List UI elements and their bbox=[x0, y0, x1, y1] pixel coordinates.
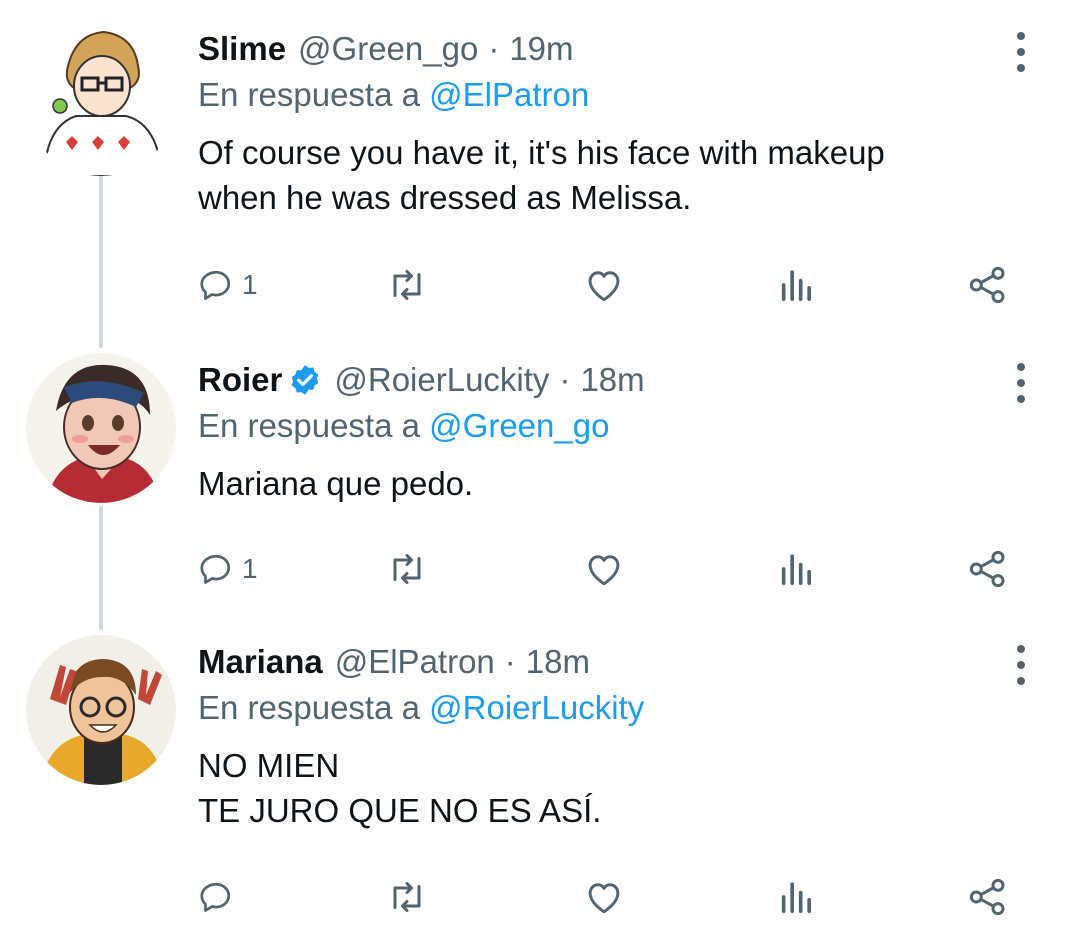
reply-context: En respuesta a @RoierLuckity bbox=[198, 685, 1028, 731]
user-handle[interactable]: @RoierLuckity bbox=[334, 357, 549, 403]
like-button[interactable] bbox=[584, 872, 624, 922]
analytics-icon bbox=[781, 270, 812, 302]
avatar[interactable] bbox=[26, 26, 176, 176]
share-icon bbox=[969, 550, 1005, 588]
reply-mention-link[interactable]: @RoierLuckity bbox=[429, 689, 644, 726]
separator-dot: · bbox=[504, 643, 516, 680]
like-icon bbox=[588, 883, 620, 914]
tweet-header: Roier @RoierLuckity · 18m bbox=[198, 357, 1028, 403]
action-bar: 1 bbox=[198, 544, 1028, 594]
avatar[interactable] bbox=[26, 353, 176, 503]
tweet-header: Mariana @ElPatron · 18m bbox=[198, 639, 1028, 685]
retweet-button[interactable] bbox=[386, 872, 428, 922]
reply-button[interactable]: 1 bbox=[198, 544, 258, 594]
share-icon bbox=[969, 266, 1005, 304]
separator-dot: · bbox=[559, 361, 571, 398]
timestamp[interactable]: 18m bbox=[526, 639, 590, 685]
avatar[interactable] bbox=[26, 635, 176, 785]
tweet-header: Slime @Green_go · 19m bbox=[198, 26, 1028, 72]
user-handle[interactable]: @Green_go bbox=[298, 26, 478, 72]
more-icon[interactable] bbox=[1006, 32, 1036, 72]
retweet-button[interactable] bbox=[386, 544, 428, 594]
reply-icon bbox=[200, 270, 231, 300]
share-button[interactable] bbox=[968, 872, 1008, 922]
display-name[interactable]: Mariana bbox=[198, 639, 323, 685]
reply-icon bbox=[200, 882, 231, 912]
reply-mention-link[interactable]: @ElPatron bbox=[429, 76, 589, 113]
more-icon[interactable] bbox=[1006, 645, 1036, 685]
analytics-button[interactable] bbox=[778, 260, 812, 310]
timestamp[interactable]: 19m bbox=[509, 26, 573, 72]
separator-dot: · bbox=[488, 30, 500, 67]
reply-context: En respuesta a @Green_go bbox=[198, 403, 1028, 449]
more-icon[interactable] bbox=[1006, 363, 1036, 403]
retweet-button[interactable] bbox=[386, 260, 428, 310]
analytics-button[interactable] bbox=[778, 544, 812, 594]
verified-badge-icon bbox=[292, 365, 319, 395]
retweet-icon bbox=[393, 882, 421, 912]
share-button[interactable] bbox=[968, 260, 1008, 310]
tweet-text: Of course you have it, it's his face wit… bbox=[198, 134, 885, 216]
display-name[interactable]: Roier bbox=[198, 357, 282, 403]
retweet-icon bbox=[393, 270, 421, 300]
like-button[interactable] bbox=[584, 544, 624, 594]
action-bar: 1 bbox=[198, 260, 1028, 310]
reply-icon bbox=[200, 554, 231, 584]
reply-mention-link[interactable]: @Green_go bbox=[429, 407, 609, 444]
thread-line-2 bbox=[99, 506, 103, 630]
retweet-icon bbox=[393, 554, 421, 584]
reply-button[interactable]: 1 bbox=[198, 260, 258, 310]
reply-count: 1 bbox=[242, 269, 258, 300]
analytics-icon bbox=[781, 882, 812, 914]
user-handle[interactable]: @ElPatron bbox=[335, 639, 495, 685]
action-bar bbox=[198, 872, 1028, 922]
display-name[interactable]: Slime bbox=[198, 26, 286, 72]
reply-prefix: En respuesta a bbox=[198, 689, 420, 726]
like-icon bbox=[588, 555, 620, 586]
reply-prefix: En respuesta a bbox=[198, 76, 420, 113]
tweet-text: Mariana que pedo. bbox=[198, 465, 474, 502]
tweet-text: NO MIEN TE JURO QUE NO ES ASÍ. bbox=[198, 747, 602, 829]
timestamp[interactable]: 18m bbox=[580, 357, 644, 403]
analytics-button[interactable] bbox=[778, 872, 812, 922]
like-icon bbox=[588, 271, 620, 302]
thread-line-1 bbox=[99, 172, 103, 348]
analytics-icon bbox=[781, 554, 812, 586]
share-icon bbox=[969, 878, 1005, 916]
reply-context: En respuesta a @ElPatron bbox=[198, 72, 1028, 118]
reply-count: 1 bbox=[242, 553, 258, 584]
share-button[interactable] bbox=[968, 544, 1008, 594]
reply-prefix: En respuesta a bbox=[198, 407, 420, 444]
like-button[interactable] bbox=[584, 260, 624, 310]
reply-button[interactable] bbox=[198, 872, 242, 922]
